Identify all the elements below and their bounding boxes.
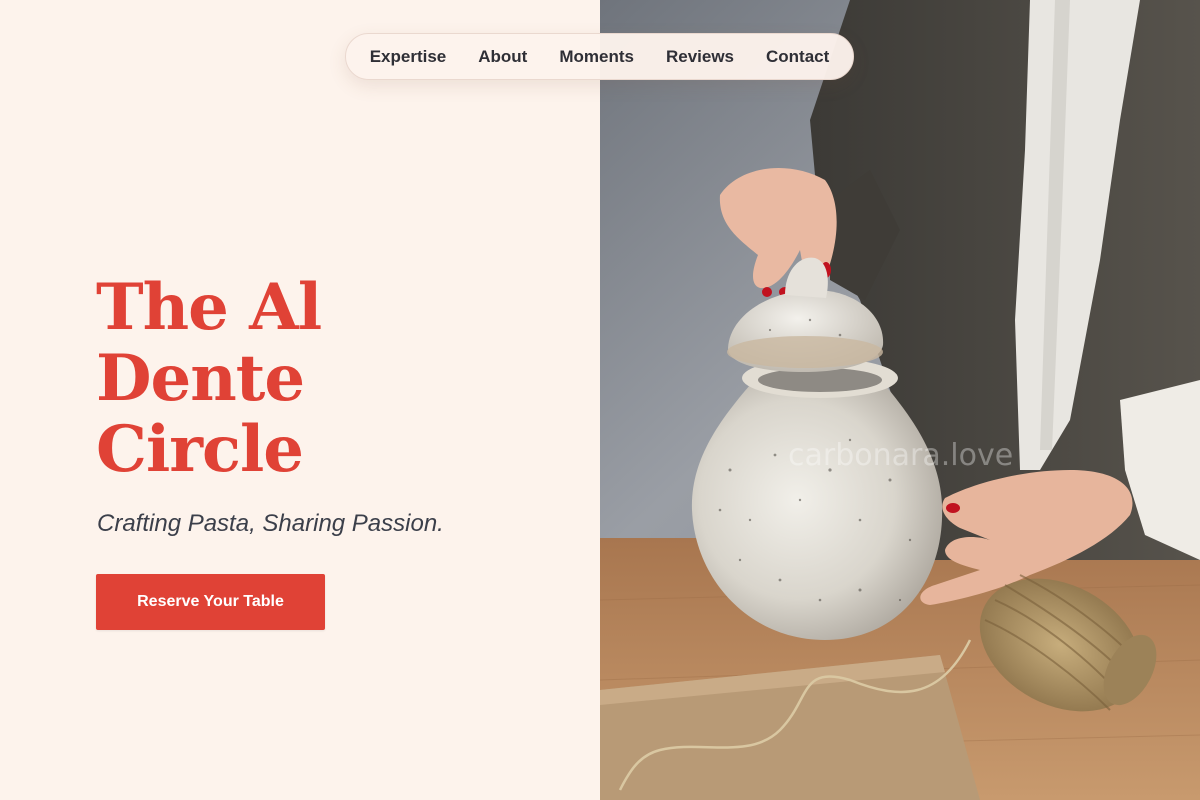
hero-title-line-1: The Al [96,270,322,345]
watermark-text: carbonara.love [788,438,1014,473]
reserve-table-button[interactable]: Reserve Your Table [96,574,325,630]
nav-link-about[interactable]: About [478,47,527,67]
main-nav: Expertise About Moments Reviews Contact [345,33,854,80]
hero-photo [600,0,1200,800]
pottery-photo-illustration [600,0,1200,800]
hero-title: The Al Dente Circle [96,272,516,485]
nav-link-moments[interactable]: Moments [559,47,634,67]
hero-subtitle: Crafting Pasta, Sharing Passion. [97,510,444,537]
nav-link-contact[interactable]: Contact [766,47,829,67]
hero-title-line-2: Dente [96,341,305,416]
nav-link-expertise[interactable]: Expertise [370,47,447,67]
hero-left-panel: The Al Dente Circle Crafting Pasta, Shar… [0,0,600,800]
nav-link-reviews[interactable]: Reviews [666,47,734,67]
hero-title-line-3: Circle [96,412,304,487]
